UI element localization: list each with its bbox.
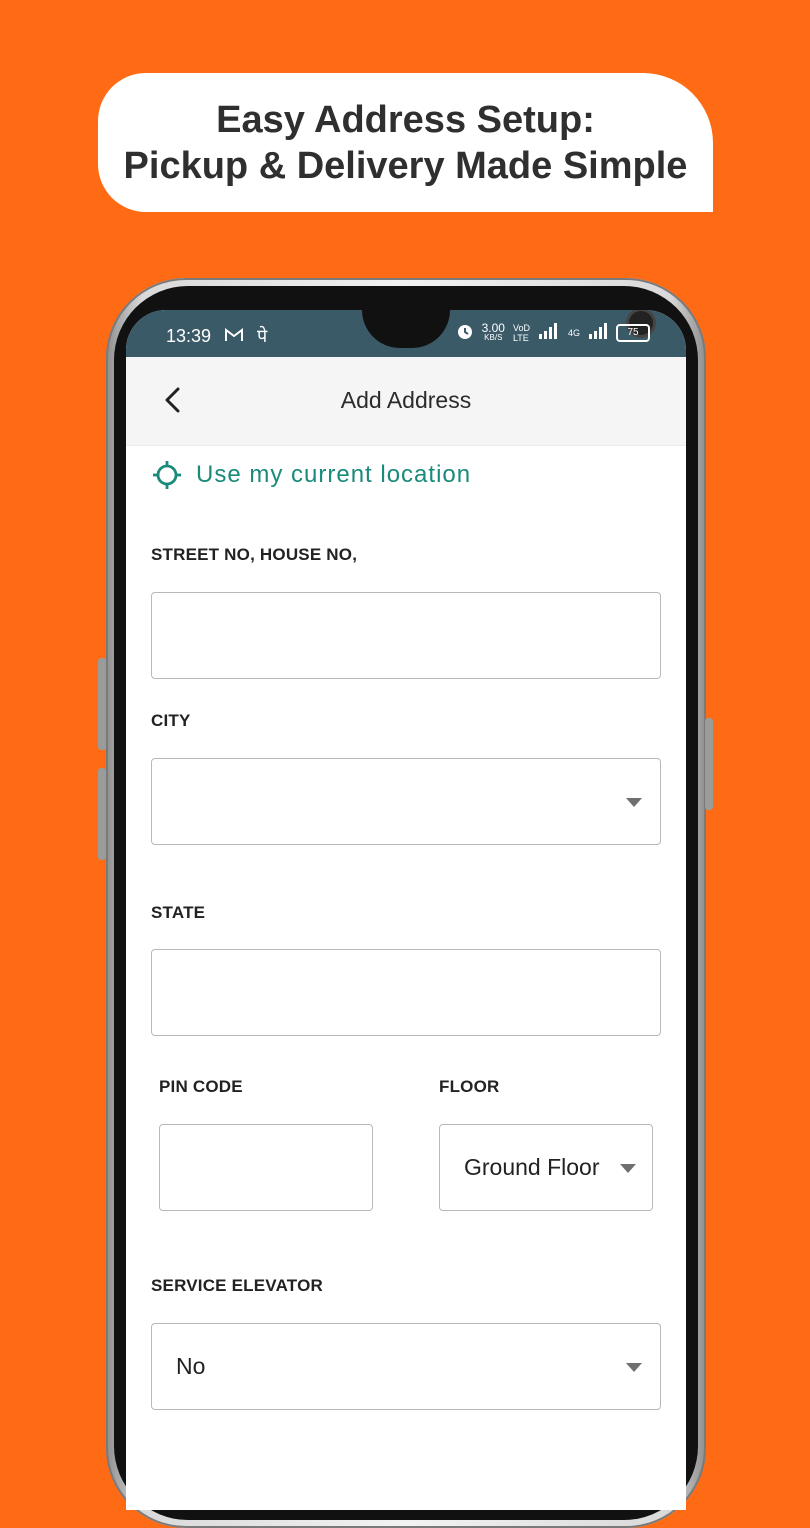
pin-code-label: PIN CODE [159,1077,243,1096]
page-title: Add Address [340,387,472,413]
status-time: 13:39 [166,325,212,346]
crosshair-icon [153,461,181,489]
city-select[interactable] [151,758,661,845]
battery-icon: 75 [616,323,650,342]
volume-down-button [98,768,106,860]
phonepe-icon: पे [257,326,268,346]
signal-icon-2 [588,323,608,342]
volume-up-button [98,658,106,750]
state-label: STATE [151,903,206,922]
dropdown-arrow-icon [626,797,642,807]
street-input[interactable] [151,592,661,679]
volte-indicator: VoD LTE [512,322,530,343]
network-type: 4G [567,327,580,338]
pin-code-input[interactable] [159,1124,373,1211]
camera-notch [362,310,656,348]
status-bar: 13:39 पे 3.00 KB/S VoD LTE 4G 75 [126,310,686,357]
service-elevator-select[interactable]: No [151,1323,661,1410]
banner-line-1: Easy Address Setup: [216,98,595,141]
network-speed: 3.00 KB/S [481,320,505,342]
gmail-icon [225,326,244,347]
power-button [705,718,713,810]
alarm-icon [456,322,474,343]
banner-line-2: Pickup & Delivery Made Simple [123,144,688,187]
phone-screen: 13:39 पे 3.00 KB/S VoD LTE 4G 75 Add Add… [126,310,686,1510]
city-label: CITY [151,711,191,730]
use-current-location-button[interactable]: Use my current location [152,460,471,490]
dropdown-arrow-icon [626,1362,642,1372]
promo-banner: Easy Address Setup: Pickup & Delivery Ma… [98,73,713,212]
street-label: STREET NO, HOUSE NO, [151,545,358,564]
service-elevator-label: SERVICE ELEVATOR [151,1276,323,1295]
app-bar: Add Address [126,357,686,446]
floor-label: FLOOR [439,1077,500,1096]
dropdown-arrow-icon [620,1163,636,1173]
state-input[interactable] [151,949,661,1036]
floor-select-value: Ground Floor [464,1154,600,1180]
use-current-location-label: Use my current location [196,461,472,488]
floor-select[interactable]: Ground Floor [439,1124,653,1211]
service-elevator-value: No [176,1353,206,1379]
signal-icon [538,323,560,342]
